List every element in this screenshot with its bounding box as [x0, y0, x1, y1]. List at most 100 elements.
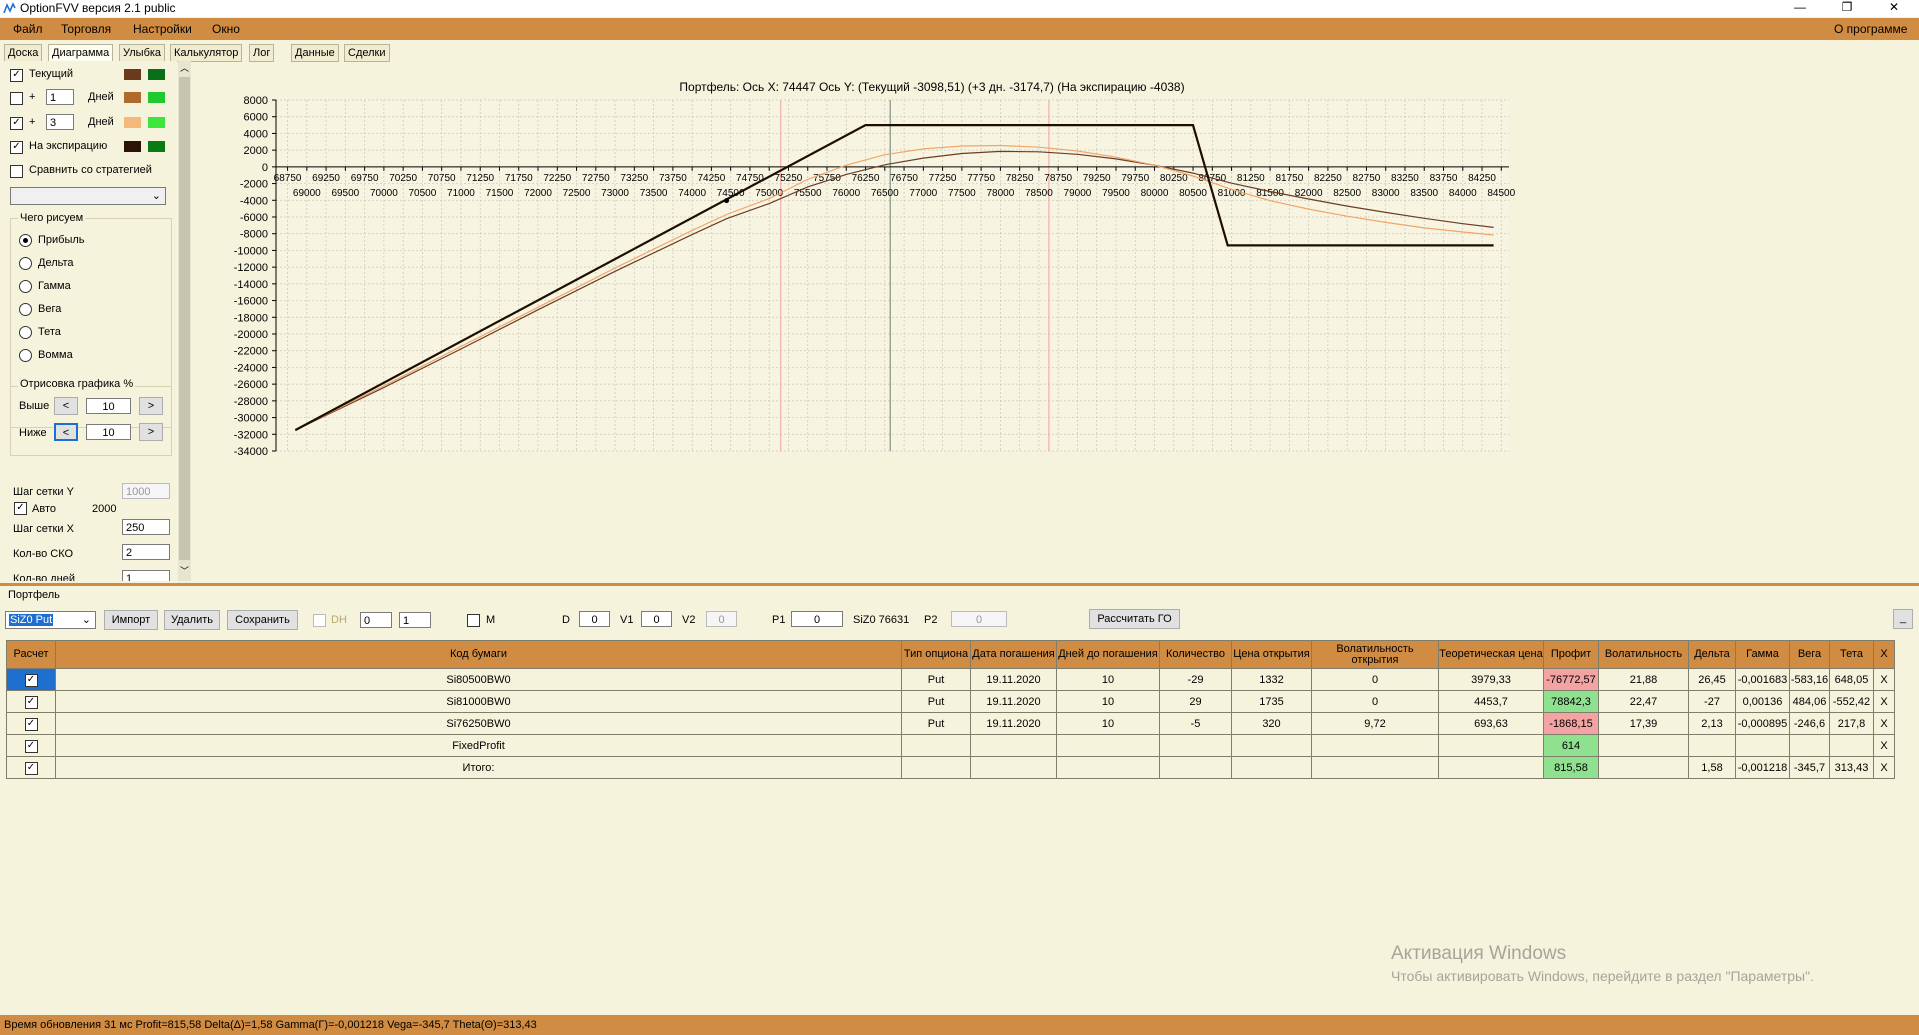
expiration-checkbox[interactable]: ✓: [10, 141, 23, 154]
plus-days-3-checkbox[interactable]: ✓: [10, 117, 23, 130]
scroll-down-icon[interactable]: ﹀: [180, 564, 189, 577]
col-profit[interactable]: Профит: [1543, 640, 1599, 669]
menu-file[interactable]: Файл: [13, 22, 43, 36]
col-calc[interactable]: Расчет: [6, 640, 56, 669]
radio-vomma[interactable]: [19, 349, 32, 362]
current-color-swatch-2[interactable]: [148, 69, 165, 80]
expiration-color-swatch[interactable]: [124, 141, 141, 152]
row-calc-checkbox[interactable]: ✓: [24, 761, 38, 775]
strategy-select[interactable]: ⌄: [10, 187, 166, 205]
row-calc-checkbox[interactable]: ✓: [24, 739, 38, 753]
dh-spin-1[interactable]: 0: [360, 612, 392, 628]
grid-y-input[interactable]: 1000: [122, 483, 170, 499]
tab-deals[interactable]: Сделки: [344, 44, 390, 62]
tab-smile[interactable]: Улыбка: [119, 44, 166, 62]
radio-gamma[interactable]: [19, 280, 32, 293]
row-calc-checkbox[interactable]: ✓: [24, 695, 38, 709]
table-row[interactable]: ✓ Si80500BW0 Put 19.11.2020 10 -29 1332 0 3979,3…: [6, 668, 1895, 691]
col-delta[interactable]: Дельта: [1688, 640, 1736, 669]
col-qty[interactable]: Количество: [1159, 640, 1232, 669]
tab-calculator[interactable]: Калькулятор: [170, 44, 243, 62]
tab-log[interactable]: Лог: [249, 44, 275, 62]
v1-input[interactable]: 0: [641, 611, 672, 627]
expiration-color-swatch-2[interactable]: [148, 141, 165, 152]
collapse-button[interactable]: _: [1893, 609, 1913, 629]
plus-days-1-color-swatch-2[interactable]: [148, 92, 165, 103]
table-row[interactable]: ✓ Si81000BW0 Put 19.11.2020 10 29 1735 0 4453,7 7…: [6, 690, 1895, 713]
compare-strategy-checkbox[interactable]: [10, 165, 23, 178]
minimize-button[interactable]: —: [1777, 0, 1823, 17]
radio-profit[interactable]: [19, 234, 32, 247]
dh-spin-2[interactable]: 1: [399, 612, 431, 628]
plus-days-1-checkbox[interactable]: [10, 92, 23, 105]
row-delete-button[interactable]: X: [1873, 712, 1895, 735]
maximize-button[interactable]: ❐: [1824, 0, 1870, 17]
menu-about[interactable]: О программе: [1834, 22, 1907, 36]
col-delete[interactable]: X: [1873, 640, 1895, 669]
plus-days-1-input[interactable]: 1: [46, 89, 74, 105]
radio-vega[interactable]: [19, 303, 32, 316]
plus-days-3-color-swatch[interactable]: [124, 117, 141, 128]
col-code[interactable]: Код бумаги: [55, 640, 902, 669]
below-decrease-button[interactable]: <: [54, 423, 78, 441]
auto-checkbox[interactable]: ✓: [14, 502, 27, 515]
scroll-thumb[interactable]: [179, 77, 190, 560]
row-calc-checkbox[interactable]: ✓: [24, 673, 38, 687]
scroll-up-icon[interactable]: ︿: [180, 61, 189, 74]
save-button[interactable]: Сохранить: [227, 610, 298, 630]
dh-checkbox[interactable]: [313, 614, 326, 627]
row-delete-button[interactable]: X: [1873, 734, 1895, 757]
days-count-input[interactable]: 1: [122, 570, 170, 581]
row-delete-button[interactable]: X: [1873, 668, 1895, 691]
radio-theta[interactable]: [19, 326, 32, 339]
calc-margin-button[interactable]: Рассчитать ГО: [1089, 609, 1180, 629]
above-input[interactable]: 10: [86, 398, 131, 414]
below-input[interactable]: 10: [86, 424, 131, 440]
col-gamma[interactable]: Гамма: [1735, 640, 1790, 669]
tab-diagram[interactable]: Диаграмма: [48, 44, 114, 62]
col-expiry[interactable]: Дата погашения: [970, 640, 1057, 669]
p1-input[interactable]: 0: [791, 611, 843, 627]
above-increase-button[interactable]: >: [139, 397, 163, 415]
col-theo-price[interactable]: Теоретическая цена: [1438, 640, 1544, 669]
current-checkbox[interactable]: ✓: [10, 69, 23, 82]
delete-button[interactable]: Удалить: [164, 610, 220, 630]
close-button[interactable]: ✕: [1871, 0, 1917, 17]
profit-chart[interactable]: Портфель: Ось X: 74447 Ось Y: (Текущий -…: [191, 61, 1919, 581]
table-row[interactable]: ✓ Итого: 815,58 1,58 -0,001218 -345,7 313,43 X: [6, 756, 1895, 779]
col-open-price[interactable]: Цена открытия: [1231, 640, 1312, 669]
radio-delta[interactable]: [19, 257, 32, 270]
row-delete-button[interactable]: X: [1873, 756, 1895, 779]
plus-days-3-input[interactable]: 3: [46, 114, 74, 130]
menu-window[interactable]: Окно: [212, 22, 240, 36]
d-input[interactable]: 0: [579, 611, 610, 627]
sko-input[interactable]: 2: [122, 544, 170, 560]
left-panel-scrollbar[interactable]: ︿ ﹀: [178, 61, 191, 581]
above-decrease-button[interactable]: <: [54, 397, 78, 415]
plus-days-3-color-swatch-2[interactable]: [148, 117, 165, 128]
col-type[interactable]: Тип опциона: [901, 640, 971, 669]
col-theta[interactable]: Тета: [1829, 640, 1874, 669]
plus-days-1-color-swatch[interactable]: [124, 92, 141, 103]
p2-input[interactable]: 0: [951, 611, 1007, 627]
panel-splitter[interactable]: [0, 583, 1919, 586]
col-vega[interactable]: Вега: [1789, 640, 1830, 669]
portfolio-select[interactable]: SiZ0 Put ⌄: [5, 611, 96, 629]
import-button[interactable]: Импорт: [104, 610, 158, 630]
menu-settings[interactable]: Настройки: [133, 22, 192, 36]
below-increase-button[interactable]: >: [139, 423, 163, 441]
v2-input[interactable]: 0: [706, 611, 737, 627]
table-row[interactable]: ✓ FixedProfit 614 X: [6, 734, 1895, 757]
grid-x-input[interactable]: 250: [122, 519, 170, 535]
menu-trade[interactable]: Торговля: [61, 22, 111, 36]
row-delete-button[interactable]: X: [1873, 690, 1895, 713]
m-checkbox[interactable]: [467, 614, 480, 627]
col-open-vol[interactable]: Волатильность открытия: [1311, 640, 1439, 669]
table-row[interactable]: ✓ Si76250BW0 Put 19.11.2020 10 -5 320 9,72 693,6…: [6, 712, 1895, 735]
col-days[interactable]: Дней до погашения: [1056, 640, 1160, 669]
current-color-swatch[interactable]: [124, 69, 141, 80]
col-vol[interactable]: Волатильность: [1598, 640, 1689, 669]
row-calc-checkbox[interactable]: ✓: [24, 717, 38, 731]
tab-data[interactable]: Данные: [291, 44, 339, 62]
tab-board[interactable]: Доска: [4, 44, 43, 62]
